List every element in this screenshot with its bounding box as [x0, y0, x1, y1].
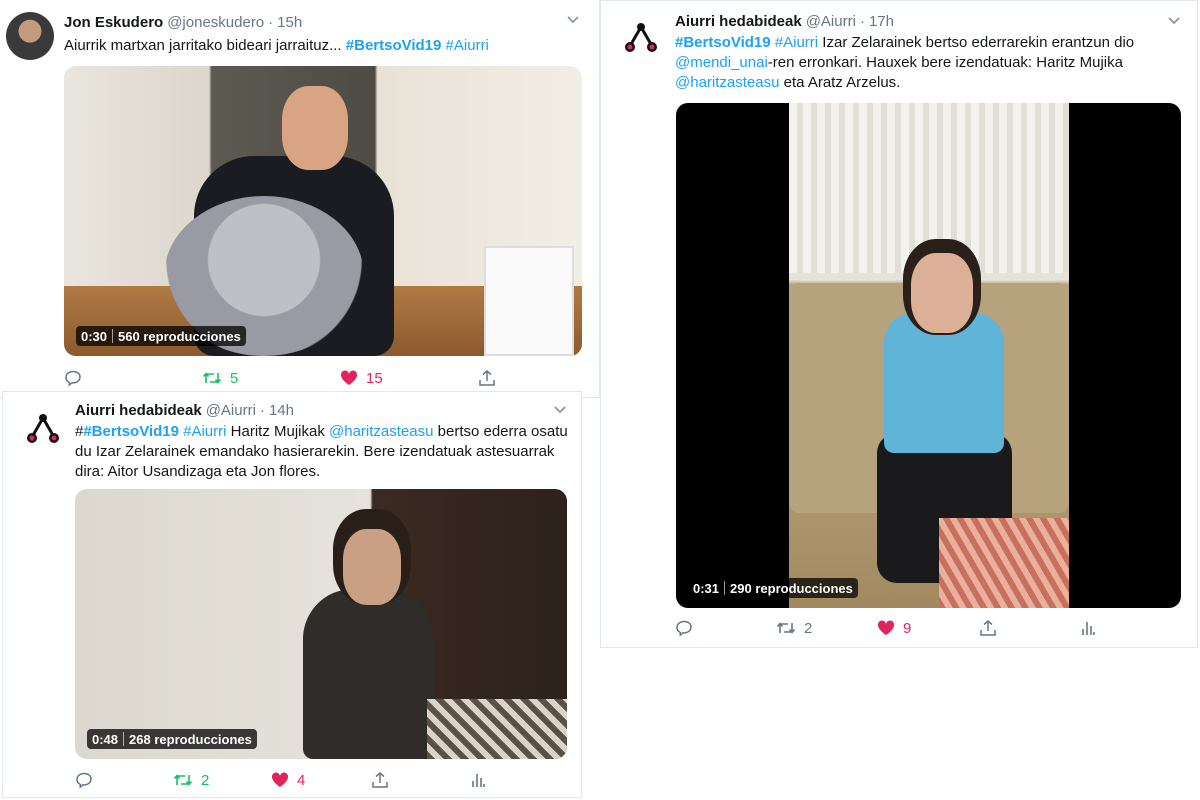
hashtag-link[interactable]: #BertsoVid19: [675, 34, 771, 51]
like-button[interactable]: 9: [877, 620, 911, 637]
share-button[interactable]: [478, 369, 496, 387]
video-player[interactable]: 0:30 560 reproducciones: [64, 66, 582, 356]
tweet-text: #BertsoVid19 #Aiurri Izar Zelarainek ber…: [675, 33, 1180, 93]
retweet-icon: [202, 370, 222, 386]
avatar[interactable]: [6, 12, 54, 60]
author-handle[interactable]: @joneskudero: [167, 14, 264, 31]
video-player[interactable]: 0:31 290 reproducciones: [676, 103, 1181, 608]
retweet-button[interactable]: 5: [202, 370, 238, 387]
video-frame: [484, 246, 574, 356]
share-icon: [979, 619, 997, 637]
video-frame: [282, 86, 348, 170]
like-button[interactable]: 15: [340, 370, 383, 387]
action-bar: 5 15: [64, 368, 584, 388]
separator-dot: ·: [268, 14, 274, 31]
share-icon: [478, 369, 496, 387]
timestamp[interactable]: 15h: [277, 14, 302, 31]
reply-icon: [64, 369, 82, 387]
tweet-text-body: eta Aratz Arzelus.: [779, 74, 901, 91]
author-name[interactable]: Jon Eskudero: [64, 14, 163, 31]
aiurri-logo-icon: [618, 14, 664, 60]
reply-button[interactable]: [64, 369, 82, 387]
separator-dot: ·: [859, 13, 865, 30]
heart-icon: [877, 620, 895, 636]
retweet-button[interactable]: 2: [776, 620, 812, 637]
video-duration: 0:31: [693, 580, 720, 596]
hashtag-link[interactable]: #BertsoVid19: [83, 423, 179, 440]
tweet-text: ##BertsoVid19 #Aiurri Haritz Mujikak @ha…: [75, 422, 575, 482]
action-bar: 2 4: [75, 770, 575, 790]
video-frame: [939, 518, 1069, 608]
analytics-button[interactable]: [471, 772, 485, 788]
timestamp[interactable]: 17h: [869, 13, 894, 30]
chevron-down-icon[interactable]: [553, 402, 567, 418]
tweet-text-body: Izar Zelarainek bertso ederrarekin erant…: [818, 34, 1135, 51]
video-frame: [789, 103, 1069, 608]
reply-button[interactable]: [675, 619, 693, 637]
analytics-icon: [471, 772, 485, 788]
tweet-text-body: Aiurrik martxan jarritako bideari jarrai…: [64, 37, 346, 54]
tweet-jon-eskudero[interactable]: Jon Eskudero @joneskudero · 15h Aiurrik …: [0, 0, 600, 398]
video-info-badge: 0:31 290 reproducciones: [688, 578, 858, 598]
video-duration: 0:30: [81, 328, 108, 344]
tweet-aiurri-izar[interactable]: Aiurri hedabideak @Aiurri · 17h #BertsoV…: [600, 0, 1198, 648]
analytics-button[interactable]: [1081, 620, 1095, 636]
tweet-text-body: -ren erronkari. Hauxek bere izendatuak: …: [767, 54, 1123, 71]
chevron-down-icon[interactable]: [1167, 13, 1181, 29]
video-views: 290 reproducciones: [730, 580, 853, 596]
retweet-button[interactable]: 2: [173, 772, 209, 789]
retweet-icon: [173, 772, 193, 788]
hashtag-link[interactable]: #BertsoVid19: [346, 37, 442, 54]
retweet-icon: [776, 620, 796, 636]
retweet-count: 2: [201, 771, 210, 789]
video-views: 560 reproducciones: [118, 328, 241, 344]
share-button[interactable]: [371, 771, 389, 789]
tweet-text: Aiurrik martxan jarritako bideari jarrai…: [64, 36, 584, 56]
tweet-aiurri-haritz[interactable]: Aiurri hedabideak @Aiurri · 14h ##Bertso…: [2, 391, 582, 798]
avatar[interactable]: [19, 404, 67, 452]
analytics-icon: [1081, 620, 1095, 636]
video-frame: [789, 103, 1069, 273]
video-frame: [911, 253, 973, 333]
timestamp[interactable]: 14h: [269, 402, 294, 419]
tweet-text-body: Haritz Mujikak: [226, 423, 330, 440]
video-info-badge: 0:30 560 reproducciones: [76, 326, 246, 346]
video-info-badge: 0:48 268 reproducciones: [87, 729, 257, 749]
hashtag-link[interactable]: #Aiurri: [775, 34, 818, 51]
reply-button[interactable]: [75, 771, 93, 789]
aiurri-logo-icon: [20, 405, 66, 451]
retweet-count: 5: [230, 369, 239, 387]
video-frame: [343, 529, 401, 605]
heart-icon: [271, 772, 289, 788]
video-views: 268 reproducciones: [129, 731, 252, 747]
action-bar: 2 9: [675, 618, 1180, 638]
author-handle[interactable]: @Aiurri: [806, 13, 856, 30]
hashtag-link[interactable]: #Aiurri: [183, 423, 226, 440]
retweet-count: 2: [804, 619, 813, 637]
reply-icon: [675, 619, 693, 637]
mention-link[interactable]: @haritzasteasu: [329, 423, 433, 440]
video-frame: [303, 589, 433, 759]
video-player[interactable]: 0:48 268 reproducciones: [75, 489, 567, 759]
video-frame: [427, 699, 567, 759]
hashtag-link[interactable]: #Aiurri: [446, 37, 489, 54]
like-count: 9: [903, 619, 912, 637]
video-duration: 0:48: [92, 731, 119, 747]
mention-link[interactable]: @haritzasteasu: [675, 74, 779, 91]
like-count: 15: [366, 369, 383, 387]
chevron-down-icon[interactable]: [566, 12, 580, 28]
like-button[interactable]: 4: [271, 772, 305, 789]
author-name[interactable]: Aiurri hedabideak: [675, 13, 802, 30]
share-button[interactable]: [979, 619, 997, 637]
share-icon: [371, 771, 389, 789]
author-handle[interactable]: @Aiurri: [206, 402, 256, 419]
heart-icon: [340, 370, 358, 386]
author-name[interactable]: Aiurri hedabideak: [75, 402, 202, 419]
avatar[interactable]: [617, 13, 665, 61]
mention-link[interactable]: @mendi_unai: [675, 54, 768, 71]
separator-dot: ·: [259, 402, 265, 419]
video-frame: [884, 313, 1004, 453]
reply-icon: [75, 771, 93, 789]
like-count: 4: [297, 771, 306, 789]
